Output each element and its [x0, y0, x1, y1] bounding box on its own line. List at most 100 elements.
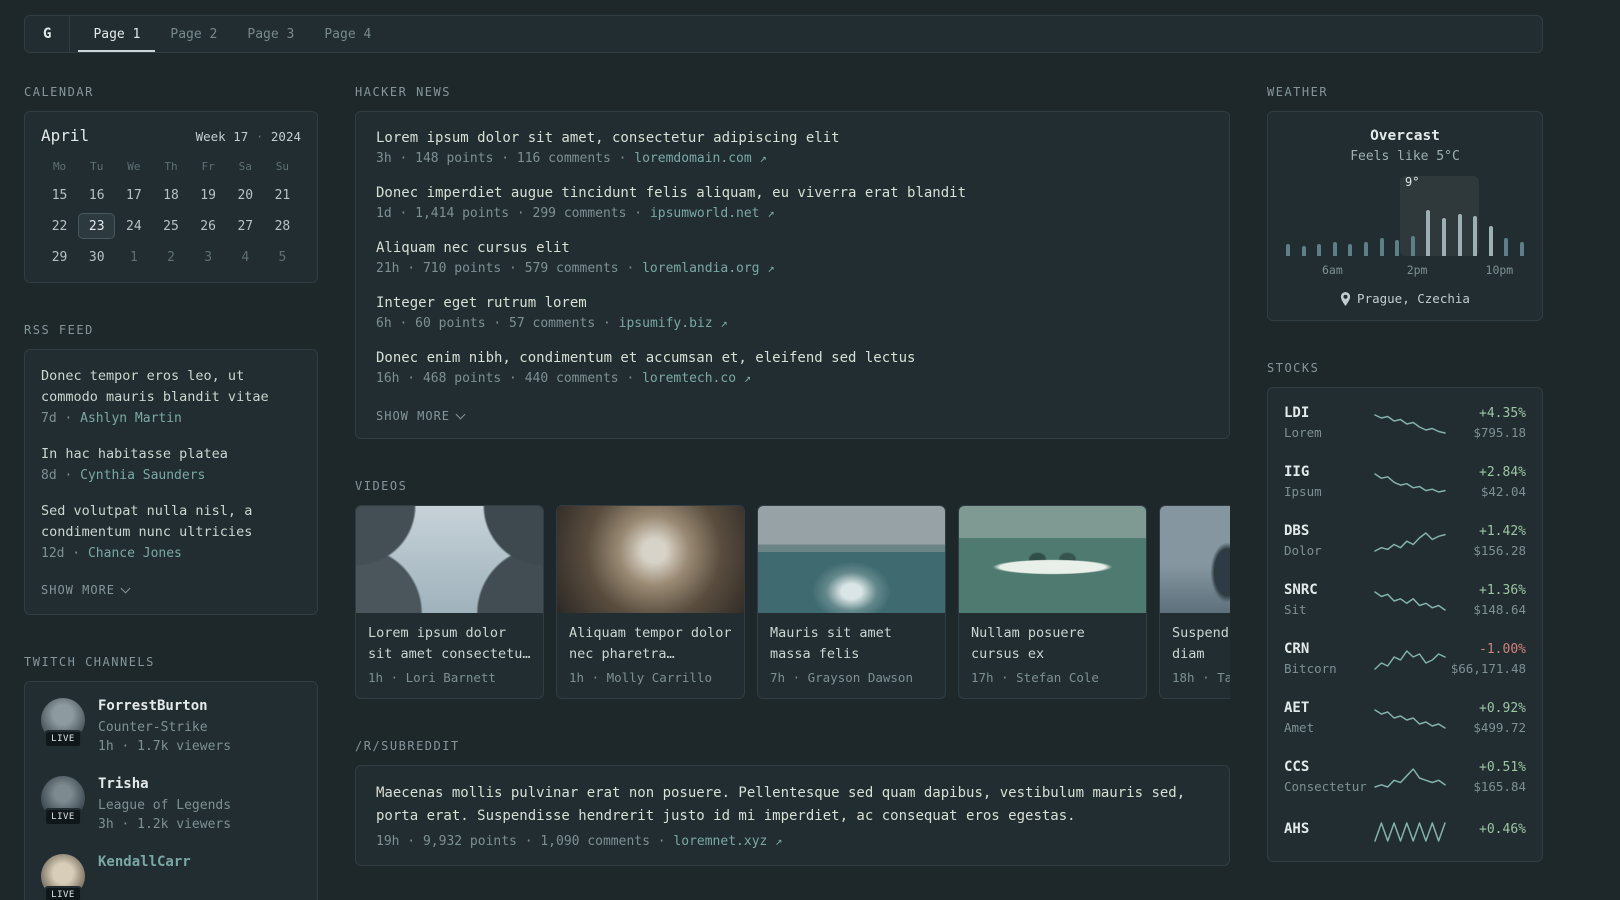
section-title-weather: WEATHER	[1267, 85, 1329, 99]
hn-story-title[interactable]: Donec imperdiet augue tincidunt felis al…	[376, 185, 1209, 201]
stock-price: $156.28	[1473, 542, 1526, 558]
twitch-channel-name[interactable]: Trisha	[98, 776, 231, 792]
rss-item[interactable]: Sed volutpat nulla nisl, a condimentum n…	[41, 501, 301, 561]
stock-row[interactable]: AHS +0.46%	[1284, 806, 1526, 856]
twitch-channel[interactable]: LIVE Trisha League of Legends 3h · 1.2k …	[41, 776, 301, 834]
weather-bar	[1317, 244, 1322, 256]
live-badge: LIVE	[44, 730, 82, 748]
video-thumbnail[interactable]	[557, 506, 744, 613]
calendar-day[interactable]: 28	[264, 213, 301, 239]
twitch-channel-name[interactable]: KendallCarr	[98, 854, 191, 870]
calendar-day[interactable]: 25	[152, 213, 189, 239]
tab-page-1[interactable]: Page 1	[78, 16, 155, 52]
app-logo[interactable]: G	[27, 16, 71, 52]
calendar-day[interactable]: 3	[190, 244, 227, 270]
calendar-day[interactable]: 23	[78, 213, 116, 239]
external-link-icon: ↗	[743, 371, 752, 385]
calendar-day[interactable]: 18	[152, 182, 189, 208]
hn-story-title[interactable]: Lorem ipsum dolor sit amet, consectetur …	[376, 130, 1209, 146]
stock-row[interactable]: SNRC Sit +1.36% $148.64	[1284, 570, 1526, 629]
calendar-day[interactable]: 16	[78, 182, 115, 208]
tab-page-2[interactable]: Page 2	[155, 16, 232, 52]
video-card[interactable]: Nullam posuere cursus ex 17h · Stefan Co…	[958, 505, 1147, 699]
stock-name: Dolor	[1284, 543, 1322, 558]
external-link-icon: ↗	[775, 834, 783, 848]
external-link-icon: ↗	[720, 316, 728, 330]
calendar-day[interactable]: 4	[227, 244, 264, 270]
weather-card: Overcast Feels like 5°C 9° 6am 2pm 10pm	[1267, 111, 1543, 321]
external-link-icon: ↗	[767, 206, 775, 220]
twitch-channel[interactable]: LIVE ForrestBurton Counter-Strike 1h · 1…	[41, 698, 301, 756]
weather-bar	[1488, 226, 1493, 256]
calendar-day[interactable]: 5	[264, 244, 301, 270]
rss-item-title[interactable]: In hac habitasse platea	[41, 444, 301, 465]
calendar-day[interactable]: 20	[227, 182, 264, 208]
stock-row[interactable]: LDI Lorem +4.35% $795.18	[1284, 393, 1526, 452]
video-thumbnail[interactable]	[356, 506, 543, 613]
video-thumbnail[interactable]	[758, 506, 945, 613]
twitch-card: LIVE ForrestBurton Counter-Strike 1h · 1…	[24, 681, 318, 900]
video-card[interactable]: Aliquam tempor dolor nec pharetra… 1h · …	[556, 505, 745, 699]
stock-row[interactable]: AET Amet +0.92% $499.72	[1284, 688, 1526, 747]
hn-story[interactable]: Aliquam nec cursus elit 21h · 710 points…	[376, 240, 1209, 276]
video-card[interactable]: Suspendisse pulvinar diam 18h · Tara Gom…	[1159, 505, 1230, 699]
hn-story-meta: 3h · 148 points · 116 comments ·	[376, 151, 627, 166]
rss-item-author[interactable]: Cynthia Saunders	[80, 468, 205, 483]
hn-show-more-button[interactable]: SHOW MORE	[376, 409, 466, 423]
calendar-day[interactable]: 1	[115, 244, 152, 270]
twitch-channel-name[interactable]: ForrestBurton	[98, 698, 231, 714]
hn-story-title[interactable]: Aliquam nec cursus elit	[376, 240, 1209, 256]
calendar-day[interactable]: 29	[41, 244, 78, 270]
calendar-day[interactable]: 27	[227, 213, 264, 239]
rss-item-title[interactable]: Donec tempor eros leo, ut commodo mauris…	[41, 366, 301, 408]
video-thumbnail[interactable]	[959, 506, 1146, 613]
hn-story-domain[interactable]: ipsumworld.net ↗	[650, 206, 775, 221]
calendar-day[interactable]: 2	[152, 244, 189, 270]
rss-item[interactable]: In hac habitasse platea 8d · Cynthia Sau…	[41, 444, 301, 483]
stock-sparkline	[1374, 708, 1446, 729]
video-card[interactable]: Mauris sit amet massa felis 7h · Grayson…	[757, 505, 946, 699]
hn-story[interactable]: Donec enim nibh, condimentum et accumsan…	[376, 350, 1209, 386]
twitch-channel[interactable]: LIVE KendallCarr	[41, 854, 301, 900]
calendar-day[interactable]: 24	[115, 213, 152, 239]
weather-bar	[1348, 244, 1353, 256]
subreddit-post-domain[interactable]: loremnet.xyz ↗	[673, 834, 782, 849]
hn-story[interactable]: Lorem ipsum dolor sit amet, consectetur …	[376, 130, 1209, 166]
stock-row[interactable]: IIG Ipsum +2.84% $42.04	[1284, 452, 1526, 511]
rss-show-more-button[interactable]: SHOW MORE	[41, 583, 131, 597]
calendar-day[interactable]: 26	[190, 213, 227, 239]
hn-story[interactable]: Integer eget rutrum lorem 6h · 60 points…	[376, 295, 1209, 331]
rss-item-author[interactable]: Chance Jones	[88, 546, 182, 561]
tab-page-3[interactable]: Page 3	[232, 16, 309, 52]
calendar-day[interactable]: 17	[115, 182, 152, 208]
hn-story-domain[interactable]: loremdomain.com ↗	[634, 151, 766, 166]
hn-story-domain[interactable]: loremtech.co ↗	[642, 371, 751, 386]
stock-sparkline	[1374, 649, 1446, 670]
video-thumbnail[interactable]	[1160, 506, 1230, 613]
rss-item[interactable]: Donec tempor eros leo, ut commodo mauris…	[41, 366, 301, 426]
weather-bar	[1457, 214, 1462, 256]
twitch-viewers: 3h · 1.2k viewers	[98, 817, 232, 832]
calendar-day[interactable]: 21	[264, 182, 301, 208]
calendar-day[interactable]: 19	[190, 182, 227, 208]
stock-name: Sit	[1284, 602, 1307, 617]
calendar-day[interactable]: 15	[41, 182, 78, 208]
hn-story-title[interactable]: Integer eget rutrum lorem	[376, 295, 1209, 311]
rss-item-title[interactable]: Sed volutpat nulla nisl, a condimentum n…	[41, 501, 301, 543]
rss-item-author[interactable]: Ashlyn Martin	[80, 411, 182, 426]
videos-section: VIDEOS Lorem ipsum dolor sit amet consec…	[355, 479, 1230, 699]
chevron-down-icon	[455, 409, 466, 420]
hackernews-card: Lorem ipsum dolor sit amet, consectetur …	[355, 111, 1230, 439]
stock-row[interactable]: DBS Dolor +1.42% $156.28	[1284, 511, 1526, 570]
video-card[interactable]: Lorem ipsum dolor sit amet consectetu… 1…	[355, 505, 544, 699]
tab-page-4[interactable]: Page 4	[309, 16, 386, 52]
hn-story-domain[interactable]: ipsumify.biz ↗	[619, 316, 728, 331]
calendar-day[interactable]: 22	[41, 213, 78, 239]
hn-story-domain[interactable]: loremlandia.org ↗	[642, 261, 774, 276]
calendar-day[interactable]: 30	[78, 244, 115, 270]
hn-story[interactable]: Donec imperdiet augue tincidunt felis al…	[376, 185, 1209, 221]
hn-story-title[interactable]: Donec enim nibh, condimentum et accumsan…	[376, 350, 1209, 366]
stock-row[interactable]: CRN Bitcorn -1.00% $66,171.48	[1284, 629, 1526, 688]
stock-row[interactable]: CCS Consectetur +0.51% $165.84	[1284, 747, 1526, 806]
subreddit-post-title[interactable]: Maecenas mollis pulvinar erat non posuer…	[376, 782, 1209, 828]
